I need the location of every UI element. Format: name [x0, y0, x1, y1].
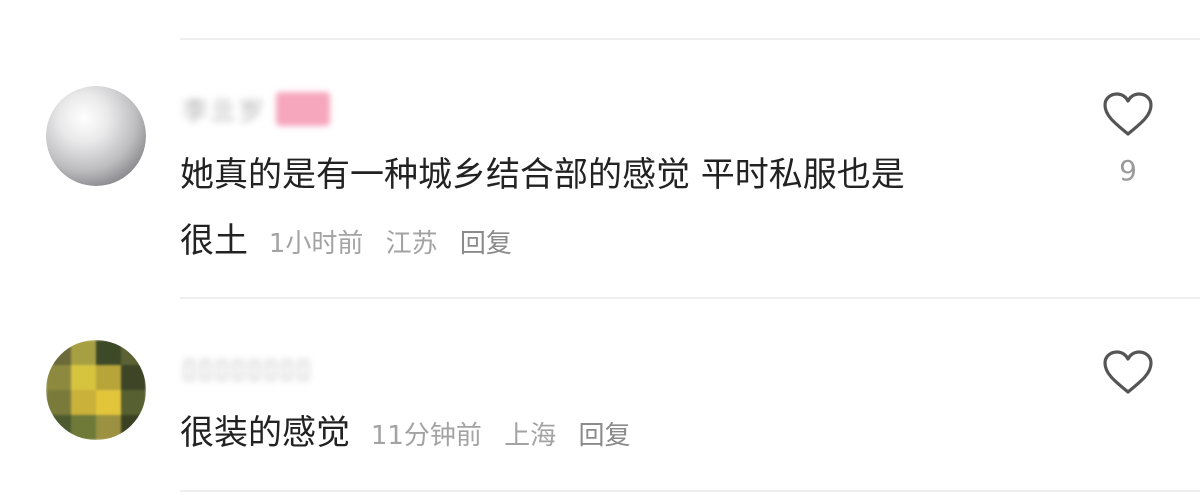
comment-meta: 11分钟前 上海 回复 — [371, 421, 645, 451]
comment-text-line: 很装的感觉 11分钟前 上海 回复 — [180, 400, 1060, 469]
username-text: 李​亖​岁 — [182, 96, 267, 127]
divider — [180, 38, 1200, 40]
comment-list: 李​亖​岁 她真的是有一种城乡结合部的感觉 平时私服也是 很土 1小时前 江苏 … — [0, 0, 1200, 495]
like-count: 9 — [1119, 154, 1137, 187]
reply-button[interactable]: 回复 — [578, 421, 630, 451]
username[interactable]: ▯▯▯▯▯▯▯▯ — [182, 352, 312, 386]
comment-text-line: 她真的是有一种城乡结合部的感觉 平时私服也是 — [180, 155, 905, 195]
comment-location: 上海 — [504, 421, 557, 451]
username[interactable]: 李​亖​岁 — [182, 92, 331, 127]
comment-text: 她真的是有一种城乡结合部的感觉 平时私服也是 很土 1小时前 江苏 回复 — [180, 142, 1060, 277]
comment-time: 11分钟前 — [370, 421, 482, 451]
comment-location: 江苏 — [385, 229, 438, 259]
reply-button[interactable]: 回复 — [460, 229, 512, 259]
comment-meta: 1小时前 江苏 回复 — [269, 229, 526, 259]
username-text: ▯▯▯▯▯▯▯▯ — [182, 354, 313, 384]
comment-text: 很装的感觉 11分钟前 上海 回复 — [180, 400, 1060, 469]
user-avatar[interactable] — [46, 86, 146, 186]
divider — [180, 490, 1200, 492]
comment-time: 1小时前 — [268, 229, 364, 259]
heart-outline-icon — [1103, 350, 1153, 394]
comment-text-tail: 很土 — [180, 221, 248, 261]
user-avatar[interactable] — [46, 340, 146, 440]
like-button[interactable] — [1102, 92, 1154, 138]
pearl-avatar-icon — [46, 86, 146, 186]
divider — [180, 297, 1200, 299]
comment-text-tail: 很装的感觉 — [180, 413, 350, 453]
comment-text-line: 很土 1小时前 江苏 回复 — [180, 208, 1060, 277]
heart-outline-icon — [1103, 92, 1153, 136]
pixelated-avatar-icon — [46, 340, 146, 440]
like-button[interactable] — [1102, 350, 1154, 396]
user-badge — [276, 92, 331, 126]
